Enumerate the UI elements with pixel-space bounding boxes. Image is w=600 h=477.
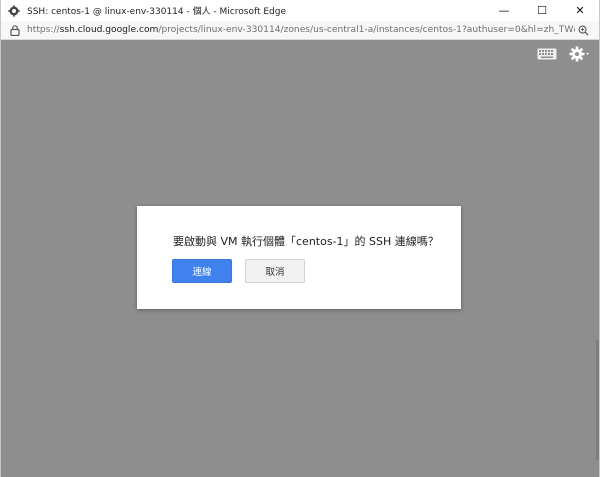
ssh-content-overlay: 要啟動與 VM 執行個體「centos-1」的 SSH 連線嗎？ 連線 取消 [1, 40, 599, 477]
title-bar: SSH: centos-1 @ linux-env-330114 - 個人 - … [1, 0, 599, 21]
browser-window: SSH: centos-1 @ linux-env-330114 - 個人 - … [0, 0, 600, 477]
app-gear-icon [7, 4, 21, 18]
ssh-toolbar [537, 46, 591, 62]
url-host: ssh.cloud.google.com [59, 25, 159, 35]
zoom-icon[interactable] [575, 22, 591, 38]
window-title: SSH: centos-1 @ linux-env-330114 - 個人 - … [27, 7, 287, 17]
url-path: /projects/linux-env-330114/zones/us-cent… [158, 25, 575, 35]
address-bar[interactable]: https://ssh.cloud.google.com/projects/li… [1, 21, 599, 40]
lock-icon[interactable] [9, 24, 21, 36]
minimize-button[interactable]: — [485, 0, 523, 21]
scrollbar-edge[interactable] [596, 340, 599, 460]
cancel-button[interactable]: 取消 [245, 259, 305, 283]
maximize-button[interactable]: ☐ [523, 0, 561, 21]
url-prefix: https:// [27, 25, 60, 35]
url-text[interactable]: https://ssh.cloud.google.com/projects/li… [27, 25, 575, 35]
dialog-message: 要啟動與 VM 執行個體「centos-1」的 SSH 連線嗎？ [173, 235, 439, 248]
window-controls: — ☐ ✕ [485, 0, 599, 21]
connect-button[interactable]: 連線 [172, 259, 232, 283]
keyboard-icon[interactable] [537, 48, 557, 60]
gear-icon[interactable] [569, 46, 591, 62]
ssh-connect-dialog: 要啟動與 VM 執行個體「centos-1」的 SSH 連線嗎？ 連線 取消 [137, 206, 461, 309]
close-button[interactable]: ✕ [561, 0, 599, 21]
